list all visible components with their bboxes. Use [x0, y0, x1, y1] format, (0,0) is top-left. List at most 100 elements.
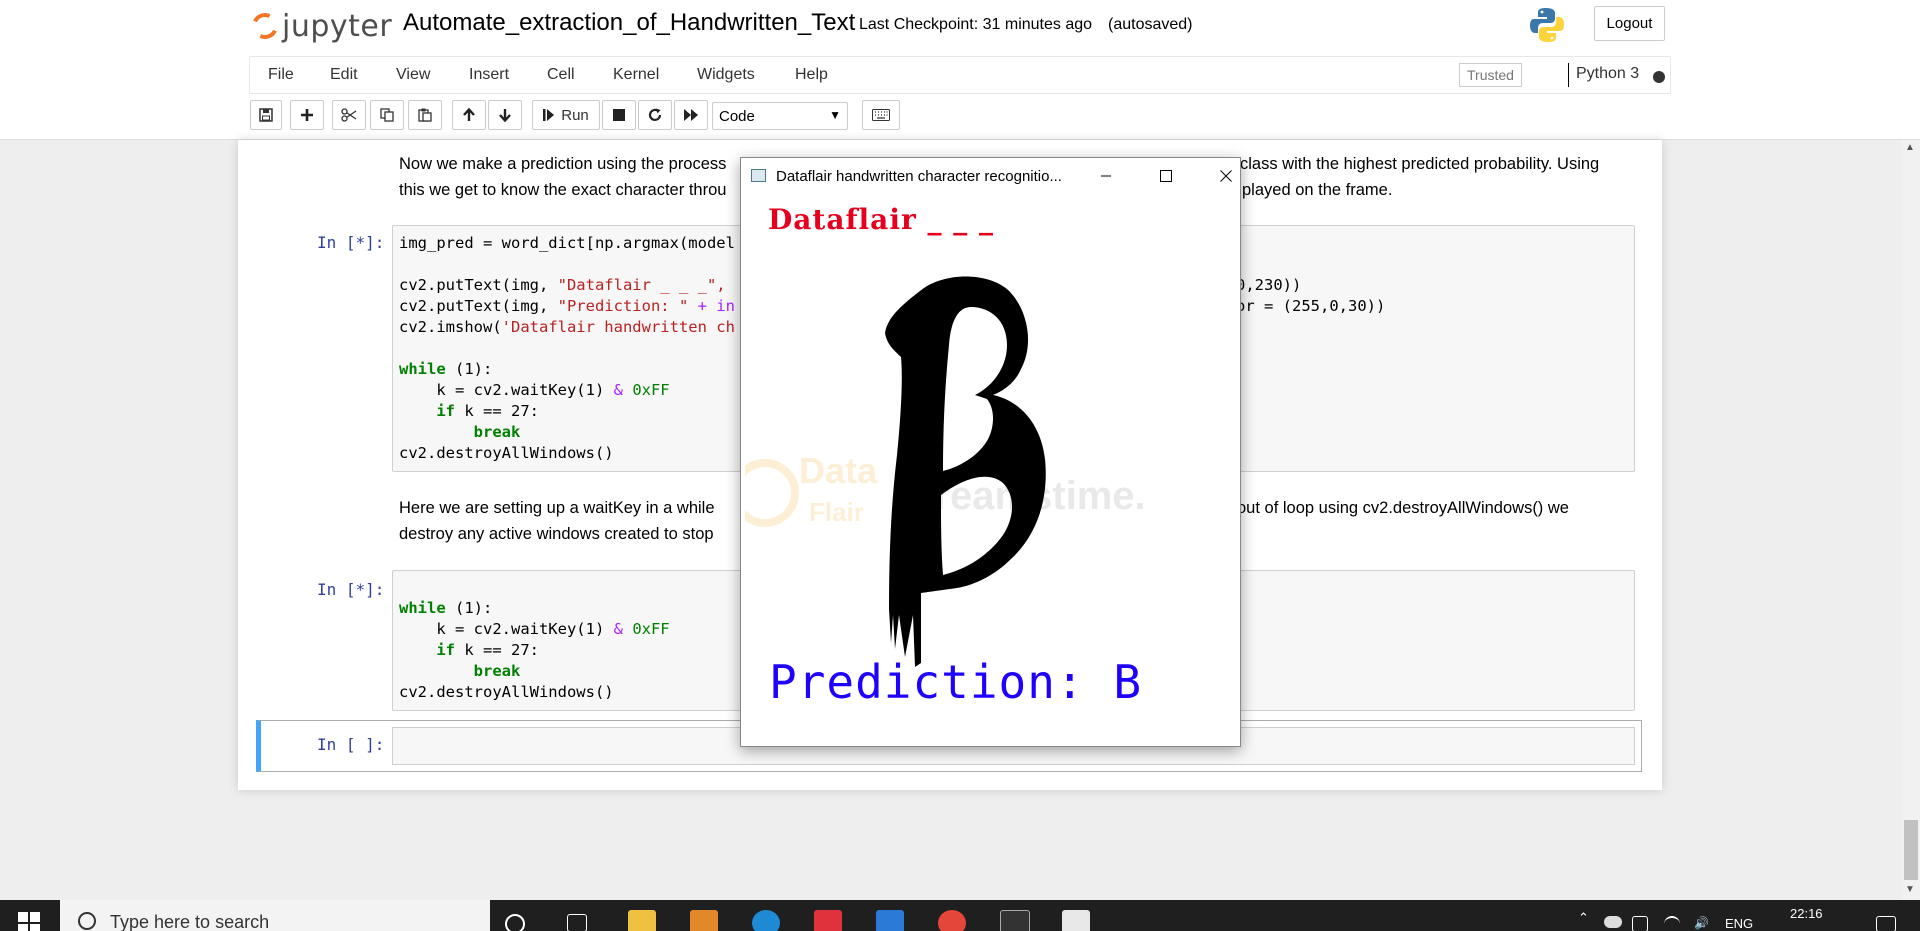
markdown-text: destroy any active windows created to st…: [399, 525, 714, 543]
menu-cell[interactable]: Cell: [547, 66, 575, 84]
python-logo-icon: [1530, 8, 1564, 42]
code-line: cv2.putText(img, "Dataflair _ _ _",: [399, 276, 726, 294]
search-icon: [78, 912, 96, 930]
code-line: k = cv2.waitKey(1) & 0xFF: [399, 381, 670, 399]
interrupt-button[interactable]: [602, 100, 636, 130]
taskbar-search-placeholder: Type here to search: [110, 912, 270, 931]
markdown-text: Now we make a prediction using the proce…: [399, 155, 727, 173]
code-cell-2-source[interactable]: while (1): k = cv2.waitKey(1) & 0xFF if …: [399, 598, 670, 703]
fast-forward-icon: [684, 109, 698, 121]
menu-widgets[interactable]: Widgets: [697, 66, 755, 84]
menubar: File Edit View Insert Cell Kernel Widget…: [249, 56, 1671, 94]
code-cell-1-source[interactable]: img_pred = word_dict[np.argmax(model cv2…: [399, 233, 735, 464]
insert-cell-button[interactable]: [290, 100, 324, 130]
scroll-down-icon[interactable]: ▼: [1905, 884, 1915, 895]
chevron-up-icon[interactable]: ⌃: [1578, 910, 1596, 931]
stop-icon: [613, 109, 625, 121]
cut-button[interactable]: [332, 100, 366, 130]
markdown-text: Here we are setting up a waitKey in a wh…: [399, 499, 715, 517]
windows-start-icon[interactable]: [18, 912, 40, 931]
taskbar-clock[interactable]: 22:16: [1790, 906, 1823, 921]
mail-icon[interactable]: [876, 910, 904, 931]
language-indicator[interactable]: ENG: [1725, 916, 1753, 931]
taskbar-search[interactable]: Type here to search: [60, 900, 490, 931]
restart-icon: [648, 108, 662, 121]
chrome-icon[interactable]: [938, 910, 966, 931]
logout-button[interactable]: Logout: [1594, 6, 1665, 41]
code-line: img_pred = word_dict[np.argmax(model: [399, 234, 735, 252]
notebook-name[interactable]: Automate_extraction_of_Handwritten_Text: [403, 9, 855, 37]
kernel-name[interactable]: Python 3: [1576, 65, 1639, 83]
markdown-cell-1[interactable]: Now we make a prediction using the proce…: [399, 151, 726, 203]
opencv-window-taskbar-icon[interactable]: [1062, 910, 1090, 931]
task-view-icon[interactable]: [567, 914, 587, 931]
cut-icon: [341, 108, 357, 122]
opencv-window-titlebar[interactable]: Dataflair handwritten character recognit…: [741, 158, 1240, 195]
page-scrollbar[interactable]: [1902, 140, 1920, 900]
keyboard-icon: [872, 109, 890, 121]
paste-button[interactable]: [408, 100, 442, 130]
cell-type-select[interactable]: Code ▼: [712, 102, 848, 130]
scroll-up-icon[interactable]: ▲: [1905, 142, 1915, 153]
move-down-button[interactable]: [488, 100, 522, 130]
run-button[interactable]: Run: [532, 100, 600, 130]
code-line: 0,230)): [1236, 276, 1302, 294]
battery-icon[interactable]: [1632, 916, 1648, 931]
menu-kernel[interactable]: Kernel: [613, 66, 659, 84]
jupyter-logo-icon: [248, 9, 282, 43]
cv-overlay-title: Dataflair _ _ _: [768, 203, 994, 236]
close-button[interactable]: [1211, 164, 1241, 188]
cloud-icon[interactable]: [1604, 916, 1622, 928]
cortana-icon[interactable]: [505, 914, 525, 931]
file-explorer-icon[interactable]: [628, 910, 656, 931]
notifications-icon[interactable]: [1876, 916, 1896, 931]
gift-app-icon[interactable]: [814, 910, 842, 931]
cell-type-value: Code: [719, 107, 755, 125]
code-line: or = (255,0,30)): [1236, 297, 1386, 315]
code-line: break: [399, 662, 521, 680]
opencv-image-canvas: Data Flair dreamstime. Dataflair _ _ _ P…: [745, 195, 1236, 743]
kernel-separator: [1568, 63, 1569, 87]
checkpoint-status: Last Checkpoint: 31 minutes ago: [859, 16, 1093, 33]
arrow-down-icon: [499, 109, 511, 122]
copy-button[interactable]: [370, 100, 404, 130]
restart-run-all-button[interactable]: [674, 100, 708, 130]
markdown-cell-2[interactable]: Here we are setting up a waitKey in a wh…: [399, 495, 715, 547]
save-button[interactable]: [250, 100, 282, 130]
code-line: break: [399, 423, 521, 441]
minimize-icon: [1101, 175, 1111, 177]
menu-insert[interactable]: Insert: [469, 66, 509, 84]
opencv-window-title: Dataflair handwritten character recognit…: [776, 168, 1062, 185]
menu-file[interactable]: File: [268, 66, 294, 84]
scrollbar-thumb[interactable]: [1904, 820, 1918, 880]
command-palette-button[interactable]: [862, 100, 900, 130]
cv-prediction-text: Prediction: B: [769, 655, 1143, 709]
close-icon: [1220, 170, 1232, 182]
save-icon: [259, 108, 273, 122]
wifi-icon[interactable]: [1664, 916, 1680, 931]
cell-prompt: In [ ]:: [317, 735, 385, 754]
trusted-badge[interactable]: Trusted: [1459, 63, 1522, 87]
copy-icon: [380, 108, 394, 122]
code-line: cv2.destroyAllWindows(): [399, 444, 614, 462]
cell-prompt: In [*]:: [317, 580, 385, 599]
arrow-up-icon: [463, 108, 475, 121]
opencv-window[interactable]: Dataflair handwritten character recognit…: [740, 157, 1241, 747]
markdown-text: this we get to know the exact character …: [399, 181, 727, 199]
run-icon: [543, 109, 555, 121]
run-label: Run: [561, 106, 589, 124]
autosave-status: (autosaved): [1108, 16, 1193, 33]
menu-view[interactable]: View: [396, 66, 430, 84]
edge-browser-icon[interactable]: [752, 910, 780, 931]
sublime-text-icon[interactable]: [690, 910, 718, 931]
menu-help[interactable]: Help: [795, 66, 828, 84]
move-up-button[interactable]: [452, 100, 486, 130]
menu-edit[interactable]: Edit: [330, 66, 358, 84]
restart-button[interactable]: [638, 100, 672, 130]
jupyter-logo[interactable]: jupyter: [248, 6, 392, 46]
volume-icon[interactable]: 🔊: [1694, 916, 1709, 930]
terminal-icon[interactable]: [1000, 910, 1030, 931]
code-line: k = cv2.waitKey(1) & 0xFF: [399, 620, 670, 638]
maximize-button[interactable]: [1151, 164, 1181, 188]
minimize-button[interactable]: [1091, 164, 1121, 188]
